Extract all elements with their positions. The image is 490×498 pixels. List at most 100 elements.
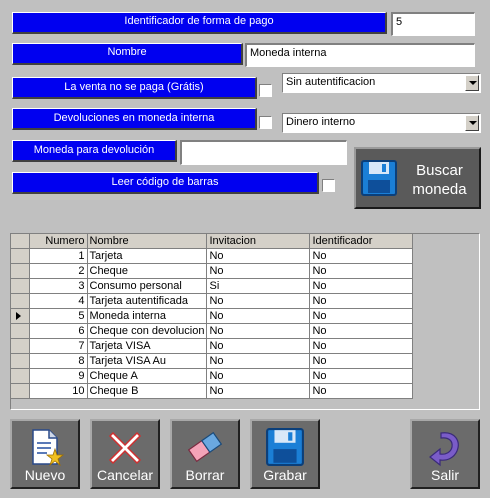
row-indicator[interactable]: [11, 248, 30, 264]
cell-nombre[interactable]: Cheque A: [87, 368, 208, 384]
exit-button-label: Salir: [430, 467, 459, 483]
row-indicator-header: [11, 234, 30, 249]
cell-nombre[interactable]: Consumo personal: [87, 278, 208, 294]
table-row[interactable]: 3 Consumo personal Si No: [11, 278, 414, 294]
cell-identificador[interactable]: No: [309, 248, 414, 264]
row-indicator[interactable]: [11, 263, 30, 279]
cell-invitacion[interactable]: No: [206, 353, 311, 369]
save-button[interactable]: Grabar: [250, 419, 320, 489]
cell-identificador[interactable]: No: [309, 278, 414, 294]
cell-nombre[interactable]: Tarjeta VISA: [87, 338, 208, 354]
cell-identificador[interactable]: No: [309, 383, 414, 399]
returns-checkbox[interactable]: [259, 116, 272, 129]
new-button[interactable]: Nuevo: [10, 419, 80, 489]
cell-nombre[interactable]: Tarjeta VISA Au: [87, 353, 208, 369]
column-header-identificador[interactable]: Identificador: [309, 234, 414, 249]
cell-identificador[interactable]: No: [309, 338, 414, 354]
column-header-numero[interactable]: Numero: [29, 234, 88, 249]
row-indicator[interactable]: [11, 368, 30, 384]
current-row-arrow-icon: [16, 312, 21, 320]
cell-identificador[interactable]: No: [309, 263, 414, 279]
cell-nombre[interactable]: Tarjeta: [87, 248, 208, 264]
cell-invitacion[interactable]: No: [206, 308, 311, 324]
save-button-label: Grabar: [263, 467, 307, 483]
cell-nombre[interactable]: Cheque con devolucion: [87, 323, 208, 339]
row-indicator[interactable]: [11, 383, 30, 399]
cancel-button[interactable]: Cancelar: [90, 419, 160, 489]
sale-unpaid-checkbox[interactable]: [259, 84, 272, 97]
table-row[interactable]: 1 Tarjeta No No: [11, 248, 414, 264]
cell-invitacion[interactable]: No: [206, 323, 311, 339]
cell-numero[interactable]: 1: [29, 248, 88, 264]
eraser-icon: [187, 431, 223, 463]
chevron-down-icon[interactable]: [465, 115, 479, 131]
cell-nombre[interactable]: Moneda interna: [87, 308, 208, 324]
cell-identificador[interactable]: No: [309, 293, 414, 309]
cell-numero[interactable]: 6: [29, 323, 88, 339]
cell-numero[interactable]: 2: [29, 263, 88, 279]
cell-numero[interactable]: 9: [29, 368, 88, 384]
table-row[interactable]: 5 Moneda interna No No: [11, 308, 414, 324]
row-indicator[interactable]: [11, 293, 30, 309]
sale-unpaid-label: La venta no se paga (Grátis): [12, 77, 257, 99]
payment-methods-table: Numero Nombre Invitacion Identificador 1…: [11, 234, 414, 399]
cell-numero[interactable]: 5: [29, 308, 88, 324]
cell-invitacion[interactable]: No: [206, 368, 311, 384]
barcode-checkbox[interactable]: [322, 179, 335, 192]
table-row[interactable]: 2 Cheque No No: [11, 263, 414, 279]
search-currency-label-2: moneda: [412, 181, 467, 198]
close-icon: [108, 431, 142, 465]
auth-select[interactable]: Sin autentificacion: [282, 73, 481, 93]
id-label: Identificador de forma de pago: [12, 12, 387, 34]
table-row[interactable]: 9 Cheque A No No: [11, 368, 414, 384]
cell-invitacion[interactable]: No: [206, 263, 311, 279]
id-field[interactable]: 5: [391, 12, 475, 36]
cell-invitacion[interactable]: Si: [206, 278, 311, 294]
cell-numero[interactable]: 3: [29, 278, 88, 294]
delete-button-label: Borrar: [185, 467, 225, 483]
column-header-invitacion[interactable]: Invitacion: [206, 234, 311, 249]
payment-methods-grid[interactable]: Numero Nombre Invitacion Identificador 1…: [10, 233, 480, 410]
auth-select-value: Sin autentificacion: [286, 76, 376, 88]
cell-invitacion[interactable]: No: [206, 293, 311, 309]
exit-arrow-icon: [429, 432, 459, 467]
row-indicator[interactable]: [11, 338, 30, 354]
table-row[interactable]: 4 Tarjeta autentificada No No: [11, 293, 414, 309]
delete-button[interactable]: Borrar: [170, 419, 240, 489]
barcode-label: Leer código de barras: [12, 172, 319, 194]
return-currency-label: Moneda para devolución: [12, 140, 177, 162]
exit-button[interactable]: Salir: [410, 419, 480, 489]
row-indicator[interactable]: [11, 323, 30, 339]
row-indicator[interactable]: [11, 308, 30, 324]
cell-numero[interactable]: 7: [29, 338, 88, 354]
cell-nombre[interactable]: Tarjeta autentificada: [87, 293, 208, 309]
new-button-label: Nuevo: [24, 467, 66, 483]
table-header-row: Numero Nombre Invitacion Identificador: [11, 234, 414, 249]
cell-identificador[interactable]: No: [309, 368, 414, 384]
cell-identificador[interactable]: No: [309, 323, 414, 339]
cell-numero[interactable]: 4: [29, 293, 88, 309]
cell-invitacion[interactable]: No: [206, 248, 311, 264]
chevron-down-icon[interactable]: [465, 75, 479, 91]
table-row[interactable]: 8 Tarjeta VISA Au No No: [11, 353, 414, 369]
row-indicator[interactable]: [11, 353, 30, 369]
return-currency-field[interactable]: [180, 140, 347, 165]
search-currency-button[interactable]: Buscar moneda: [354, 147, 481, 209]
table-row[interactable]: 7 Tarjeta VISA No No: [11, 338, 414, 354]
table-row[interactable]: 10 Cheque B No No: [11, 383, 414, 399]
cell-nombre[interactable]: Cheque B: [87, 383, 208, 399]
column-header-nombre[interactable]: Nombre: [87, 234, 208, 249]
row-indicator[interactable]: [11, 278, 30, 294]
floppy-disk-icon: [266, 428, 304, 466]
cell-nombre[interactable]: Cheque: [87, 263, 208, 279]
name-label: Nombre: [12, 43, 243, 65]
cell-identificador[interactable]: No: [309, 308, 414, 324]
cell-numero[interactable]: 8: [29, 353, 88, 369]
table-row[interactable]: 6 Cheque con devolucion No No: [11, 323, 414, 339]
cell-invitacion[interactable]: No: [206, 338, 311, 354]
cell-numero[interactable]: 10: [29, 383, 88, 399]
cell-invitacion[interactable]: No: [206, 383, 311, 399]
name-field[interactable]: Moneda interna: [245, 43, 475, 67]
cell-identificador[interactable]: No: [309, 353, 414, 369]
returns-select[interactable]: Dinero interno: [282, 113, 481, 133]
